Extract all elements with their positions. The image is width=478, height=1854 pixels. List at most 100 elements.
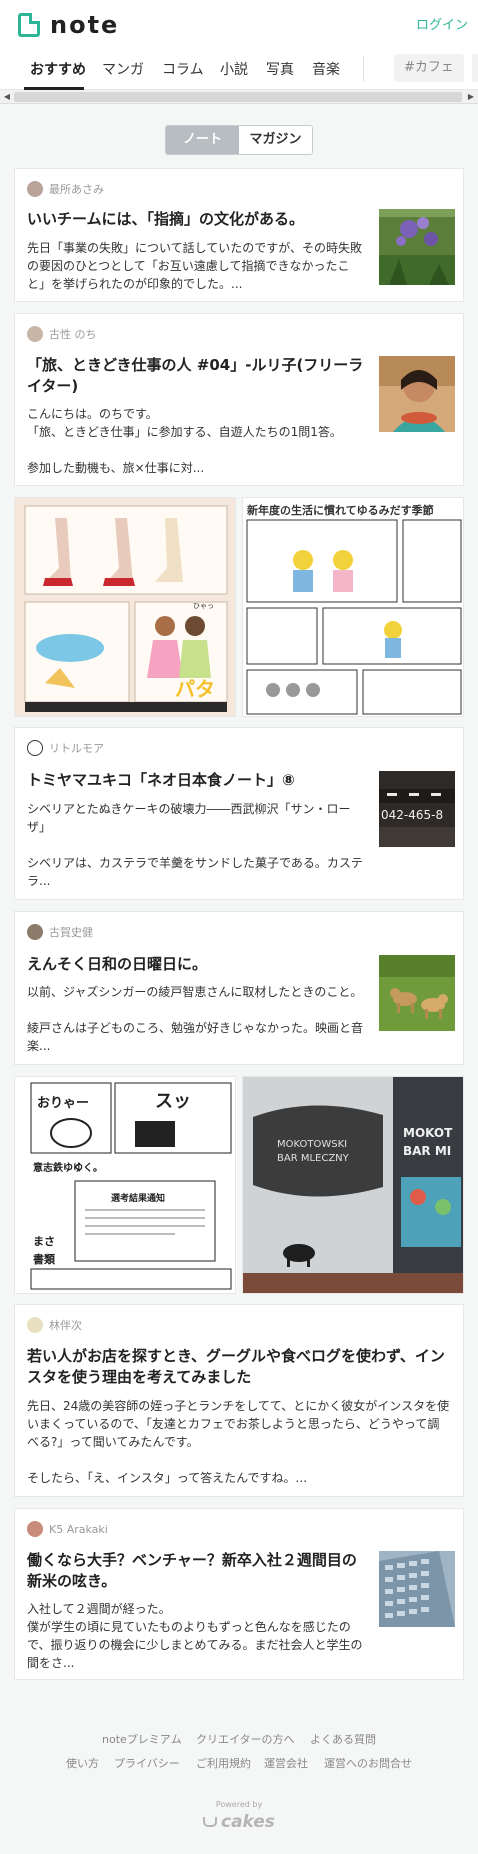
excerpt-line — [27, 836, 377, 854]
footer-link-terms[interactable]: ご利用規約 — [196, 1755, 251, 1771]
tab-manga[interactable]: マンガ — [102, 59, 144, 79]
scroll-right-icon[interactable]: ▶ — [465, 91, 477, 103]
manga-sfx-text: 書類 — [33, 1252, 56, 1266]
card-author[interactable]: 林伴次 — [27, 1317, 82, 1333]
excerpt-line: べる?」って聞いてみたんです。 — [27, 1435, 199, 1449]
hashtag-next-edge[interactable] — [472, 54, 478, 82]
note-card[interactable]: 林伴次 若い人がお店を探すとき、グーグルや食べログを使わず、イン スタを使う理由… — [14, 1304, 464, 1497]
logo-text: note — [50, 11, 120, 39]
note-card[interactable]: 古賀史健 えんそく日和の日曜日に。 以前、ジャズシンガーの綾戸智恵さんに取材した… — [14, 911, 464, 1065]
excerpt-line: ラ... — [27, 874, 51, 888]
note-card[interactable]: 古性 のち 「旅、ときどき仕事の人 #04」-ルリ子(フリーラ イター) こんに… — [14, 313, 464, 486]
note-card[interactable]: K5 Arakaki 働くなら大手？ベンチャー？新卒入社２週間目の 新米の呟き。… — [14, 1508, 464, 1680]
manga-tile[interactable]: MOKOTOWSKI BAR MLECZNY MOKOT BAR MI — [242, 1076, 464, 1294]
title-line: 「旅、ときどき仕事の人 #04」-ルリ子(フリーラ — [27, 356, 364, 374]
excerpt-line — [27, 1001, 377, 1019]
card-author[interactable]: 古性 のち — [27, 326, 97, 342]
card-excerpt: 入社して２週間が経った。 僕が学生の頃に見ていたものよりもずっと色んなを感じたの… — [27, 1600, 377, 1672]
manga-sfx-text: おりゃー — [37, 1096, 89, 1111]
avatar — [27, 1521, 43, 1537]
manga-caption: ゆく。 — [73, 1162, 103, 1174]
card-thumbnail[interactable] — [379, 356, 455, 432]
excerpt-line: 先日「事業の失敗」について話していたのですが、その時失敗 — [27, 241, 363, 255]
title-line: 新米の呟き。 — [27, 1572, 117, 1590]
card-excerpt: 以前、ジャズシンガーの綾戸智恵さんに取材したときのこと。 綾戸さんは子どものころ… — [27, 983, 377, 1055]
card-thumbnail[interactable] — [379, 1551, 455, 1627]
tab-divider — [363, 56, 364, 82]
excerpt-line: で、振り返りの機会に少しまとめてみる。まだ社会人と学生の — [27, 1638, 363, 1652]
manga-tile[interactable]: パタ ひゃっ — [14, 497, 236, 717]
manga-job-result-image: おりゃー スッ 意志鉄ゆく ゆく。 選考結果通知 まさ 書類 — [15, 1077, 235, 1293]
hashtag-cafe[interactable]: #カフェ — [394, 54, 464, 82]
author-name: 最所あさみ — [49, 183, 104, 196]
note-logo[interactable]: note — [18, 11, 120, 39]
avatar — [27, 740, 43, 756]
login-link[interactable]: ログイン — [416, 14, 478, 33]
tab-photo[interactable]: 写真 — [266, 59, 294, 79]
manga-tile[interactable]: おりゃー スッ 意志鉄ゆく ゆく。 選考結果通知 まさ 書類 — [14, 1076, 236, 1294]
excerpt-line: シベリアとたぬきケーキの破壊力――西武柳沢「サン・ロー — [27, 802, 351, 816]
manga-tile[interactable]: 新年度の生活に慣れてゆるみだす季節 — [242, 497, 464, 717]
shop-sign-text: MOKOT — [403, 1126, 453, 1140]
tab-recommended[interactable]: おすすめ — [30, 59, 86, 79]
excerpt-line: 僕が学生の頃に見ていたものよりもずっと色んなを感じたの — [27, 1620, 351, 1634]
horizontal-scrollbar[interactable]: ◀ ▶ — [0, 90, 478, 104]
footer-link-howto[interactable]: 使い方 — [66, 1755, 99, 1771]
excerpt-line: 参加した動機も、旅×仕事に対... — [27, 461, 205, 475]
title-line: イター) — [27, 377, 79, 395]
content-type-switch: ノート マガジン — [165, 125, 313, 155]
shop-sign-photo: 042-465-8 — [379, 771, 455, 847]
footer-link-faq[interactable]: よくある質問 — [310, 1731, 376, 1747]
excerpt-line: ザ」 — [27, 820, 52, 834]
card-title[interactable]: 「旅、ときどき仕事の人 #04」-ルリ子(フリーラ イター) — [27, 355, 372, 397]
manga-school-image: 新年度の生活に慣れてゆるみだす季節 — [243, 498, 463, 716]
excerpt-line: 入社して２週間が経った。 — [27, 1602, 171, 1616]
switch-note[interactable]: ノート — [166, 126, 239, 154]
footer-link-creators[interactable]: クリエイターの方へ — [196, 1731, 295, 1747]
note-card[interactable]: リトルモア トミヤマユキコ「ネオ日本食ノート」⑧ シベリアとたぬきケーキの破壊力… — [14, 727, 464, 900]
shop-name-text: MOKOTOWSKI — [277, 1139, 347, 1150]
dogs-on-grass-photo — [379, 955, 455, 1031]
manga-sfx-text: ひゃっ — [193, 602, 214, 610]
title-line: スタを使う理由を考えてみました — [27, 1368, 252, 1386]
flower-garden-image — [379, 209, 455, 285]
card-author[interactable]: K5 Arakaki — [27, 1521, 108, 1537]
card-thumbnail[interactable]: 042-465-8 — [379, 771, 455, 847]
card-excerpt: 先日、24歳の美容師の姪っ子とランチをしてて、とにかく彼女がインスタを使 いまく… — [27, 1397, 455, 1487]
card-author[interactable]: 最所あさみ — [27, 181, 104, 197]
card-thumbnail[interactable] — [379, 209, 455, 285]
office-building-photo — [379, 1551, 455, 1627]
card-thumbnail[interactable] — [379, 955, 455, 1031]
portrait-photo — [379, 356, 455, 432]
cakes-logo[interactable]: cakes — [203, 1812, 275, 1832]
tab-column[interactable]: コラム — [162, 59, 204, 79]
switch-magazine[interactable]: マガジン — [239, 126, 312, 154]
notice-title: 選考結果通知 — [111, 1192, 165, 1204]
excerpt-line: シベリアは、カステラで羊羹をサンドした菓子である。カステ — [27, 856, 363, 870]
card-title[interactable]: 働くなら大手？ベンチャー？新卒入社２週間目の 新米の呟き。 — [27, 1550, 372, 1592]
author-name: 古性 のち — [49, 328, 97, 341]
excerpt-line: 楽... — [27, 1039, 51, 1053]
manga-sfx-text: パタ — [175, 677, 215, 701]
card-author[interactable]: リトルモア — [27, 740, 104, 756]
scrollbar-thumb[interactable] — [14, 92, 462, 102]
excerpt-line — [27, 441, 377, 459]
excerpt-line: そしたら、「え、インスタ」って答えたんですね。... — [27, 1471, 308, 1485]
footer-link-privacy[interactable]: プライバシー — [114, 1755, 180, 1771]
tab-music[interactable]: 音楽 — [312, 59, 340, 79]
card-title[interactable]: いいチームには、「指摘」の文化がある。 — [27, 209, 367, 230]
card-title[interactable]: えんそく日和の日曜日に。 — [27, 954, 367, 975]
card-title[interactable]: トミヤマユキコ「ネオ日本食ノート」⑧ — [27, 770, 367, 791]
card-author[interactable]: 古賀史健 — [27, 924, 93, 940]
footer-link-contact[interactable]: 運営へのお問合せ — [324, 1755, 412, 1771]
card-title[interactable]: 若い人がお店を探すとき、グーグルや食べログを使わず、イン スタを使う理由を考えて… — [27, 1346, 455, 1388]
scroll-left-icon[interactable]: ◀ — [1, 91, 13, 103]
cup-icon — [203, 1817, 217, 1827]
note-card[interactable]: 最所あさみ いいチームには、「指摘」の文化がある。 先日「事業の失敗」について話… — [14, 168, 464, 302]
footer-link-company[interactable]: 運営会社 — [264, 1755, 308, 1771]
manga-sfx-text: スッ — [155, 1091, 191, 1112]
title-line: 働くなら大手？ベンチャー？新卒入社２週間目の — [27, 1551, 357, 1569]
tab-novel[interactable]: 小説 — [220, 59, 248, 79]
manga-row: おりゃー スッ 意志鉄ゆく ゆく。 選考結果通知 まさ 書類 MOKOTOWSK… — [14, 1076, 464, 1294]
footer-link-premium[interactable]: noteプレミアム — [102, 1731, 182, 1747]
